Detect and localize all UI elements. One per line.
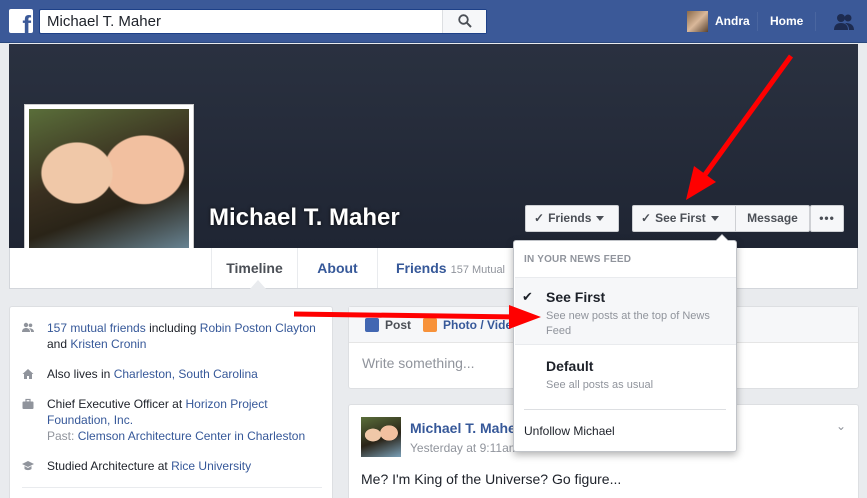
briefcase-icon bbox=[22, 398, 34, 409]
search-button[interactable] bbox=[442, 10, 486, 33]
caret-down-icon bbox=[710, 216, 719, 222]
intro-text: Chief Executive Officer at bbox=[47, 397, 186, 411]
friends-button-label: Friends bbox=[548, 211, 592, 225]
check-icon: ✔ bbox=[522, 289, 533, 304]
pencil-icon bbox=[365, 318, 379, 332]
message-button[interactable]: Message bbox=[735, 205, 810, 232]
option-see-first-desc: See new posts at the top of News Feed bbox=[546, 310, 710, 337]
intro-text: Studied Architecture at bbox=[47, 459, 172, 473]
intro-work: Chief Executive Officer at Horizon Proje… bbox=[22, 396, 322, 444]
tab-friends-label: Friends bbox=[396, 260, 447, 276]
logo-letter: f bbox=[22, 10, 31, 33]
mutual-friends-link[interactable]: 157 mutual friends bbox=[47, 321, 146, 335]
dropdown-header: IN YOUR NEWS FEED bbox=[524, 254, 632, 265]
see-first-button-label: See First bbox=[655, 211, 706, 225]
option-see-first[interactable]: ✔ See First See new posts at the top of … bbox=[515, 277, 736, 345]
search-icon bbox=[458, 14, 472, 28]
home-link[interactable]: Home bbox=[770, 14, 803, 28]
divider bbox=[815, 12, 816, 31]
composer-tab-post[interactable]: Post bbox=[365, 318, 411, 332]
option-default[interactable]: Default See all posts as usual bbox=[515, 347, 736, 403]
see-first-button[interactable]: ✓ See First bbox=[632, 205, 737, 232]
friend-requests-icon[interactable] bbox=[833, 13, 855, 31]
composer-input[interactable]: Write something... bbox=[362, 355, 475, 371]
education-icon bbox=[22, 461, 34, 471]
chevron-down-icon[interactable]: ⌄ bbox=[836, 419, 846, 433]
composer-tab-post-label: Post bbox=[385, 318, 412, 332]
composer-tab-photo-label: Photo / Vide bbox=[443, 318, 513, 332]
option-see-first-title: See First bbox=[546, 289, 606, 305]
photo-icon bbox=[423, 318, 437, 332]
search-box bbox=[39, 9, 487, 34]
check-icon: ✓ bbox=[641, 211, 652, 225]
friend-link[interactable]: Robin Poston Clayton bbox=[200, 321, 316, 335]
friends-button[interactable]: ✓ Friends bbox=[525, 205, 619, 232]
active-tab-pointer bbox=[250, 280, 266, 289]
intro-text: Also lives in bbox=[47, 367, 114, 381]
people-icon bbox=[22, 322, 34, 332]
profile-name[interactable]: Michael T. Maher bbox=[209, 204, 400, 232]
post-author-avatar[interactable] bbox=[361, 417, 401, 457]
unfollow-option[interactable]: Unfollow Michael bbox=[524, 424, 615, 438]
school-link[interactable]: Rice University bbox=[171, 459, 251, 473]
intro-education: Studied Architecture at Rice University bbox=[22, 458, 322, 474]
option-default-title: Default bbox=[546, 358, 594, 374]
dropdown-pointer bbox=[716, 235, 728, 241]
divider bbox=[22, 487, 322, 488]
divider bbox=[524, 409, 726, 410]
post-text: Me? I'm King of the Universe? Go figure.… bbox=[361, 471, 622, 487]
divider bbox=[757, 12, 758, 31]
search-input[interactable] bbox=[40, 10, 440, 33]
intro-mutual-friends: 157 mutual friends including Robin Posto… bbox=[22, 320, 322, 352]
past-company-link[interactable]: Clemson Architecture Center in Charlesto… bbox=[78, 429, 305, 443]
caret-down-icon bbox=[596, 216, 605, 222]
intro-text: including bbox=[145, 321, 200, 335]
mutual-friends-count: 157 Mutual bbox=[450, 264, 506, 276]
post-timestamp[interactable]: Yesterday at 9:11am bbox=[410, 441, 519, 455]
top-navigation-bar: f Andra Home bbox=[0, 0, 867, 43]
intro-text: and bbox=[47, 337, 71, 351]
intro-lives-in: Also lives in Charleston, South Carolina bbox=[22, 366, 322, 382]
friend-link[interactable]: Kristen Cronin bbox=[70, 337, 146, 351]
intro-past-label: Past: bbox=[47, 429, 78, 443]
check-icon: ✓ bbox=[534, 211, 545, 225]
user-name-link[interactable]: Andra bbox=[715, 14, 750, 28]
tab-about[interactable]: About bbox=[298, 248, 378, 288]
composer-tab-photo-video[interactable]: Photo / Vide bbox=[423, 318, 512, 332]
post-author-name[interactable]: Michael T. Mahe bbox=[410, 420, 516, 436]
more-options-button[interactable]: ••• bbox=[810, 205, 844, 232]
user-avatar[interactable] bbox=[687, 11, 708, 32]
home-icon bbox=[22, 369, 34, 379]
facebook-logo[interactable]: f bbox=[9, 9, 33, 33]
city-link[interactable]: Charleston, South Carolina bbox=[114, 367, 258, 381]
tab-friends[interactable]: Friends 157 Mutual bbox=[396, 248, 505, 288]
option-default-desc: See all posts as usual bbox=[546, 379, 654, 391]
intro-card: 157 mutual friends including Robin Posto… bbox=[9, 306, 333, 498]
news-feed-dropdown: IN YOUR NEWS FEED ✔ See First See new po… bbox=[513, 234, 737, 452]
profile-photo-image bbox=[29, 109, 189, 269]
